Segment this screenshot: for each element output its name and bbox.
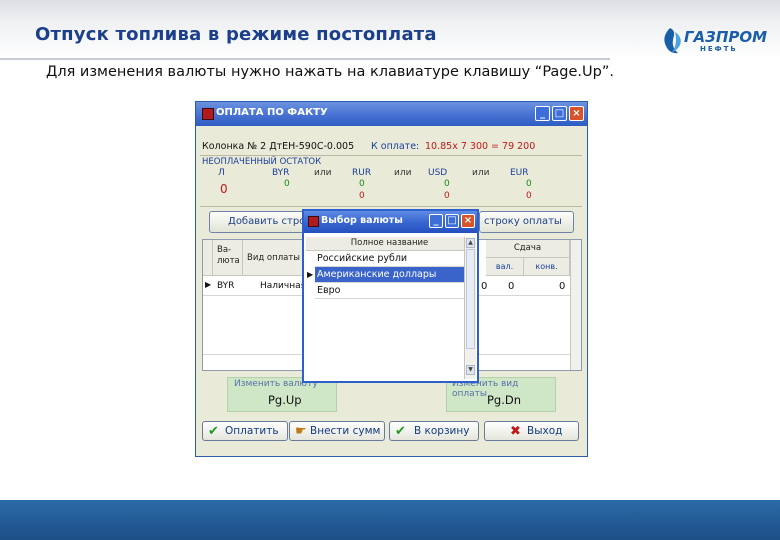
row-value-1[interactable]: 0	[481, 281, 487, 292]
grid-vertical-scrollbar[interactable]	[570, 240, 581, 370]
add-row-button[interactable]: Добавить стро	[209, 211, 309, 233]
currency-option-rub[interactable]: Российские рубли	[315, 251, 464, 267]
dialog-title: ОПЛАТА ПО ФАКТУ	[216, 107, 328, 118]
delete-row-button[interactable]: строку оплаты	[479, 211, 574, 233]
pay-button[interactable]: ✔ Оплатить	[202, 421, 288, 441]
minimize-icon[interactable]: _	[429, 214, 443, 228]
to-pay-label: К оплате:	[371, 141, 420, 152]
currency-value-rur-1: 0	[359, 179, 365, 189]
slide-footer	[0, 500, 780, 540]
divider	[200, 155, 582, 156]
to-pay-value: 10.85х 7 300 = 79 200	[425, 141, 536, 152]
app-icon	[202, 108, 214, 120]
enter-sum-button[interactable]: ☛ Внести сумм	[289, 421, 385, 441]
slide-subtitle: Для изменения валюты нужно нажать на кла…	[46, 64, 614, 80]
exit-button-label: Выход	[527, 425, 563, 437]
column-info: Колонка № 2 ДтЕН-590С-0.005	[202, 141, 355, 152]
popup-row-indicator-header	[306, 237, 315, 251]
popup-vertical-scrollbar[interactable]: ▲ ▼	[464, 237, 476, 379]
currency-value-l: 0	[220, 182, 228, 196]
hand-icon: ☛	[295, 424, 307, 439]
header-divider	[0, 58, 610, 60]
col-currency-header: Ва- люта	[213, 240, 243, 276]
or-label-2: или	[394, 168, 412, 178]
or-label-3: или	[472, 168, 490, 178]
maximize-icon[interactable]: □	[552, 106, 567, 121]
or-label-1: или	[314, 168, 332, 178]
row-currency[interactable]: BYR	[217, 281, 234, 291]
currency-value-byr: 0	[284, 179, 290, 189]
currency-value-eur-2: 0	[526, 191, 532, 201]
col-change-cur-header: вал.	[486, 258, 524, 276]
currency-option-usd[interactable]: Американские доллары	[315, 267, 464, 283]
row-indicator-icon: ▶	[205, 280, 212, 289]
col-change-conv-header: конв.	[524, 258, 570, 276]
checkmark-icon: ✔	[395, 424, 406, 439]
scroll-thumb[interactable]	[466, 249, 475, 349]
logo-text: ГАЗПРОМ	[684, 28, 768, 46]
currency-value-eur-1: 0	[526, 179, 532, 189]
row-value-2[interactable]: 0	[508, 281, 514, 292]
close-icon[interactable]: ×	[569, 106, 584, 121]
currency-code-byr: BYR	[272, 168, 290, 178]
currency-code-rur: RUR	[352, 168, 372, 178]
currency-select-dialog: Выбор валюты _ □ × Полное название Росси…	[302, 209, 479, 383]
scroll-up-icon[interactable]: ▲	[466, 238, 475, 248]
currency-option-eur[interactable]: Евро	[315, 283, 464, 299]
slide-title: Отпуск топлива в режиме постоплата	[35, 24, 437, 45]
grid-row-indicator-header	[203, 240, 213, 276]
change-payment-key: Pg.Dn	[487, 393, 522, 407]
maximize-icon[interactable]: □	[445, 214, 459, 228]
exit-button[interactable]: ✖ Выход	[484, 421, 579, 441]
app-icon	[308, 216, 319, 227]
minimize-icon[interactable]: _	[535, 106, 550, 121]
row-value-3[interactable]: 0	[559, 281, 565, 292]
close-icon[interactable]: ×	[461, 214, 475, 228]
basket-button[interactable]: ✔ В корзину	[389, 421, 479, 441]
currency-value-usd-1: 0	[444, 179, 450, 189]
popup-titlebar[interactable]: Выбор валюты _ □ ×	[304, 211, 477, 233]
popup-list-header: Полное название	[315, 237, 464, 251]
col-payment-type-header: Вид оплаты	[243, 240, 303, 276]
row-indicator-icon: ▶	[307, 270, 314, 279]
cross-icon: ✖	[510, 424, 521, 439]
enter-sum-button-label: Внести сумм	[310, 425, 381, 437]
divider	[200, 206, 582, 207]
logo-subtext: НЕФТЬ	[700, 45, 738, 53]
dialog-titlebar[interactable]: ОПЛАТА ПО ФАКТУ _ □ ×	[196, 102, 587, 126]
currency-value-rur-2: 0	[359, 191, 365, 201]
currency-code-l: Л	[218, 168, 225, 178]
currency-code-eur: EUR	[510, 168, 529, 178]
change-currency-key: Pg.Up	[268, 393, 302, 407]
pay-button-label: Оплатить	[225, 425, 279, 437]
row-payment-type[interactable]: Наличная	[260, 281, 306, 291]
basket-button-label: В корзину	[414, 425, 470, 437]
scroll-down-icon[interactable]: ▼	[466, 365, 475, 375]
currency-code-usd: USD	[428, 168, 448, 178]
unpaid-label: НЕОПЛАЧЕННЫЙ ОСТАТОК	[202, 157, 322, 167]
checkmark-icon: ✔	[208, 424, 219, 439]
popup-title: Выбор валюты	[321, 215, 403, 226]
col-change-header: Сдача	[486, 240, 570, 258]
currency-value-usd-2: 0	[444, 191, 450, 201]
